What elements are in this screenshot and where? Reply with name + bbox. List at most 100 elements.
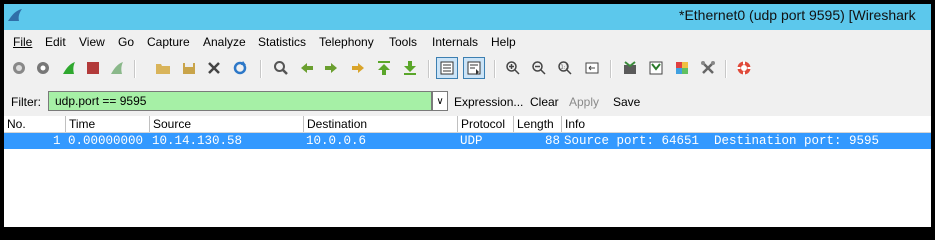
capture-options-button[interactable]	[32, 57, 54, 79]
zoom-out-icon	[532, 61, 546, 75]
menu-telephony[interactable]: Telephony	[319, 35, 374, 49]
filter-toolbar: Filter: udp.port == 9595 ∨ Expression...…	[4, 88, 931, 116]
filter-history-dropdown[interactable]: ∨	[432, 91, 448, 111]
filter-label: Filter:	[11, 95, 41, 109]
reload-icon	[233, 61, 247, 75]
arrow-left-icon	[301, 63, 313, 73]
column-header-info[interactable]: Info	[561, 116, 931, 132]
cell-info: Source port: 64651 Destination port: 959…	[564, 134, 880, 148]
toolbar-separator	[610, 60, 612, 78]
restart-capture-button[interactable]	[106, 57, 128, 79]
go-forward-button[interactable]	[320, 57, 342, 79]
stop-capture-button[interactable]	[82, 57, 104, 79]
lifebuoy-help-icon	[737, 61, 751, 75]
arrow-top-icon	[378, 61, 390, 75]
menu-telephony-label: Telephony	[319, 35, 374, 49]
clear-button[interactable]: Clear	[530, 95, 559, 109]
zoom-in-button[interactable]	[502, 57, 524, 79]
cell-protocol: UDP	[460, 134, 483, 148]
toolbar-separator	[725, 60, 727, 78]
window-title: *Ethernet0 (udp port 9595) [Wireshark	[679, 7, 916, 23]
close-file-button[interactable]	[203, 57, 225, 79]
interfaces-button[interactable]	[8, 57, 30, 79]
menu-statistics[interactable]: Statistics	[258, 35, 306, 49]
menu-internals-label: Internals	[432, 35, 479, 49]
column-header-source[interactable]: Source	[149, 116, 303, 132]
menu-statistics-label: Statistics	[258, 35, 307, 49]
auto-scroll-icon	[467, 61, 481, 75]
capture-filters-button[interactable]	[619, 57, 641, 79]
stop-icon	[87, 62, 99, 74]
menu-internals[interactable]: Internals	[432, 35, 478, 49]
options-icon	[37, 62, 49, 74]
auto-scroll-button[interactable]	[463, 57, 485, 79]
close-icon	[208, 62, 220, 74]
toolbar-separator	[260, 60, 262, 78]
preferences-button[interactable]	[697, 57, 719, 79]
save-icon	[183, 63, 195, 74]
cell-time: 0.00000000	[68, 134, 144, 148]
menu-analyze-label: Analyze	[203, 35, 246, 49]
help-button[interactable]	[733, 57, 755, 79]
wireshark-window: *Ethernet0 (udp port 9595) [Wireshark Fi…	[4, 4, 931, 227]
last-packet-button[interactable]	[399, 57, 421, 79]
column-header-length[interactable]: Length	[513, 116, 561, 132]
main-toolbar: 1:1	[4, 54, 931, 84]
menu-file-label: File	[13, 35, 33, 49]
resize-columns-button[interactable]	[581, 57, 603, 79]
first-packet-button[interactable]	[373, 57, 395, 79]
cell-destination: 10.0.0.6	[306, 134, 367, 148]
column-header-time[interactable]: Time	[65, 116, 149, 132]
menu-help-label: Help	[491, 35, 516, 49]
packet-row[interactable]: 1 0.00000000 10.14.130.58 10.0.0.6 UDP 8…	[4, 133, 931, 149]
display-filter-icon	[649, 61, 663, 75]
column-header-destination[interactable]: Destination	[303, 116, 457, 132]
menu-tools-label: Tools	[389, 35, 418, 49]
title-bar[interactable]: *Ethernet0 (udp port 9595) [Wireshark	[4, 4, 931, 30]
column-header-no[interactable]: No.	[4, 116, 65, 132]
coloring-rules-button[interactable]	[671, 57, 693, 79]
menu-go-label: Go	[118, 35, 135, 49]
menu-edit[interactable]: Edit	[45, 35, 66, 49]
zoom-reset-icon: 1:1	[558, 61, 572, 75]
go-to-packet-button[interactable]	[347, 57, 369, 79]
capture-filter-icon	[624, 61, 636, 74]
reload-button[interactable]	[229, 57, 251, 79]
expression-button[interactable]: Expression...	[454, 95, 523, 109]
svg-text:1:1: 1:1	[561, 65, 569, 71]
column-header-protocol[interactable]: Protocol	[457, 116, 513, 132]
open-file-button[interactable]	[152, 57, 174, 79]
restart-icon	[111, 62, 123, 74]
resize-columns-icon	[585, 62, 599, 74]
menu-go[interactable]: Go	[118, 35, 134, 49]
display-filters-button[interactable]	[645, 57, 667, 79]
menu-analyze[interactable]: Analyze	[203, 35, 246, 49]
packet-list-icon	[440, 61, 454, 75]
normal-size-button[interactable]: 1:1	[554, 57, 576, 79]
menu-tools[interactable]: Tools	[389, 35, 417, 49]
go-back-button[interactable]	[296, 57, 318, 79]
interfaces-icon	[13, 62, 25, 74]
save-filter-button[interactable]: Save	[613, 95, 640, 109]
zoom-out-button[interactable]	[528, 57, 550, 79]
toolbar-separator	[428, 60, 430, 78]
apply-button[interactable]: Apply	[569, 95, 599, 109]
arrow-right-icon	[325, 63, 337, 73]
menu-file[interactable]: File	[13, 35, 32, 49]
display-filter-input[interactable]: udp.port == 9595	[48, 91, 432, 111]
folder-open-icon	[156, 64, 170, 74]
start-capture-button[interactable]	[58, 57, 80, 79]
find-packet-button[interactable]	[270, 57, 292, 79]
zoom-in-icon	[506, 61, 520, 75]
save-file-button[interactable]	[178, 57, 200, 79]
menu-bar: File Edit View Go Capture Analyze Statis…	[4, 32, 931, 52]
colorize-list-button[interactable]	[436, 57, 458, 79]
menu-capture[interactable]: Capture	[147, 35, 190, 49]
menu-view[interactable]: View	[79, 35, 105, 49]
arrow-bottom-icon	[404, 61, 416, 75]
packet-list-pane[interactable]: No. Time Source Destination Protocol Len…	[4, 116, 931, 227]
packet-list-header: No. Time Source Destination Protocol Len…	[4, 116, 931, 133]
search-icon	[274, 61, 288, 75]
menu-help[interactable]: Help	[491, 35, 516, 49]
menu-capture-label: Capture	[147, 35, 190, 49]
